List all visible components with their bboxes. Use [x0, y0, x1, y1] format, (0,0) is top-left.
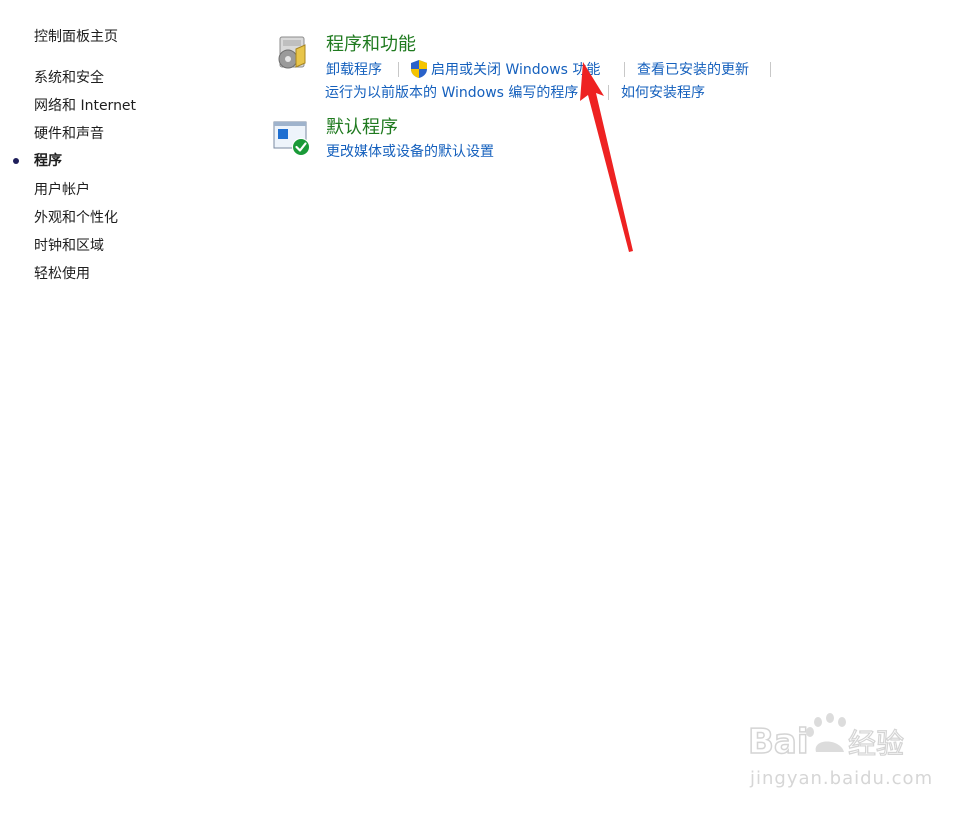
sidebar-item-network-internet[interactable]: 网络和 Internet — [34, 97, 136, 115]
default-programs-title[interactable]: 默认程序 — [326, 116, 398, 140]
control-panel-home-link[interactable]: 控制面板主页 — [34, 28, 118, 46]
installed-updates-link[interactable]: 查看已安装的更新 — [637, 61, 749, 79]
sidebar: 控制面板主页 系统和安全 网络和 Internet 硬件和声音 程序 用户帐户 … — [0, 0, 250, 816]
baidu-logo: Bai 经验 — [747, 713, 905, 763]
sidebar-item-clock-region[interactable]: 时钟和区域 — [34, 237, 104, 255]
sidebar-item-hardware-sound[interactable]: 硬件和声音 — [34, 125, 104, 143]
how-to-install-link[interactable]: 如何安装程序 — [621, 84, 705, 102]
sidebar-item-programs[interactable]: 程序 — [34, 152, 62, 170]
link-separator — [770, 62, 771, 77]
active-item-bullet — [13, 158, 19, 164]
link-separator — [624, 62, 625, 77]
compatibility-link[interactable]: 运行为以前版本的 Windows 编写的程序 — [325, 84, 578, 102]
uac-shield-icon — [410, 59, 428, 79]
change-default-settings-link[interactable]: 更改媒体或设备的默认设置 — [326, 143, 494, 161]
sidebar-item-system-security[interactable]: 系统和安全 — [34, 69, 104, 87]
sidebar-item-ease-of-access[interactable]: 轻松使用 — [34, 265, 90, 283]
link-separator — [398, 62, 399, 77]
svg-text:经验: 经验 — [848, 727, 904, 760]
baidu-jingyan-watermark: Bai 经验 jingyan.baidu.com — [747, 708, 938, 798]
svg-text:Bai: Bai — [748, 722, 809, 762]
programs-features-icon[interactable] — [272, 33, 312, 73]
default-programs-icon[interactable] — [272, 116, 312, 156]
link-separator — [608, 85, 609, 100]
sidebar-item-appearance[interactable]: 外观和个性化 — [34, 209, 118, 227]
watermark-url: jingyan.baidu.com — [750, 768, 934, 789]
uninstall-program-link[interactable]: 卸载程序 — [326, 61, 382, 79]
windows-features-link[interactable]: 启用或关闭 Windows 功能 — [431, 61, 600, 79]
programs-features-title[interactable]: 程序和功能 — [326, 33, 416, 57]
sidebar-item-user-accounts[interactable]: 用户帐户 — [34, 181, 90, 199]
